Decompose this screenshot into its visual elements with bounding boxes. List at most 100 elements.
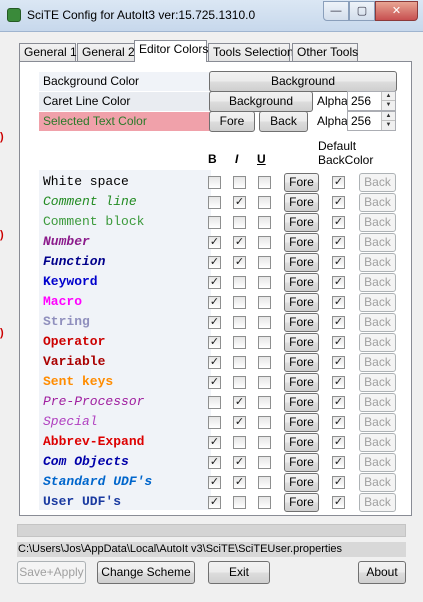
- underline-checkbox[interactable]: [258, 496, 271, 509]
- change-scheme-button[interactable]: Change Scheme: [97, 561, 195, 584]
- bold-checkbox[interactable]: [208, 216, 221, 229]
- tab-tools-selection[interactable]: Tools Selection: [208, 43, 294, 62]
- selected-alpha-spinner[interactable]: 256 ▲ ▼: [347, 111, 396, 131]
- bold-checkbox[interactable]: ✓: [208, 316, 221, 329]
- default-backcolor-checkbox[interactable]: ✓: [332, 376, 345, 389]
- italic-checkbox[interactable]: ✓: [233, 396, 246, 409]
- fore-color-button[interactable]: Fore: [284, 333, 319, 352]
- about-button[interactable]: About: [358, 561, 406, 584]
- underline-checkbox[interactable]: [258, 436, 271, 449]
- save-apply-button[interactable]: Save+Apply: [17, 561, 86, 584]
- back-color-button[interactable]: Back: [359, 313, 396, 332]
- default-backcolor-checkbox[interactable]: ✓: [332, 216, 345, 229]
- italic-checkbox[interactable]: ✓: [233, 196, 246, 209]
- italic-checkbox[interactable]: ✓: [233, 256, 246, 269]
- bold-checkbox[interactable]: ✓: [208, 476, 221, 489]
- fore-color-button[interactable]: Fore: [284, 253, 319, 272]
- underline-checkbox[interactable]: [258, 316, 271, 329]
- tab-editor-colors[interactable]: Editor Colors: [134, 40, 208, 62]
- back-color-button[interactable]: Back: [359, 373, 396, 392]
- fore-color-button[interactable]: Fore: [284, 273, 319, 292]
- background-color-button[interactable]: Background: [209, 71, 397, 92]
- default-backcolor-checkbox[interactable]: ✓: [332, 456, 345, 469]
- back-color-button[interactable]: Back: [359, 293, 396, 312]
- default-backcolor-checkbox[interactable]: ✓: [332, 276, 345, 289]
- italic-checkbox[interactable]: [233, 216, 246, 229]
- back-color-button[interactable]: Back: [359, 233, 396, 252]
- bold-checkbox[interactable]: [208, 176, 221, 189]
- horizontal-scrollbar[interactable]: [17, 524, 406, 537]
- italic-checkbox[interactable]: [233, 356, 246, 369]
- fore-color-button[interactable]: Fore: [284, 493, 319, 512]
- bold-checkbox[interactable]: [208, 396, 221, 409]
- default-backcolor-checkbox[interactable]: ✓: [332, 196, 345, 209]
- underline-checkbox[interactable]: [258, 336, 271, 349]
- back-color-button[interactable]: Back: [359, 353, 396, 372]
- fore-color-button[interactable]: Fore: [284, 293, 319, 312]
- underline-checkbox[interactable]: [258, 296, 271, 309]
- fore-color-button[interactable]: Fore: [284, 233, 319, 252]
- spin-down-icon[interactable]: ▼: [382, 121, 395, 130]
- back-color-button[interactable]: Back: [359, 453, 396, 472]
- bold-checkbox[interactable]: [208, 416, 221, 429]
- caret-background-button[interactable]: Background: [209, 91, 313, 112]
- bold-checkbox[interactable]: ✓: [208, 276, 221, 289]
- bold-checkbox[interactable]: ✓: [208, 236, 221, 249]
- spin-down-icon[interactable]: ▼: [382, 101, 395, 110]
- underline-checkbox[interactable]: [258, 176, 271, 189]
- back-color-button[interactable]: Back: [359, 433, 396, 452]
- default-backcolor-checkbox[interactable]: ✓: [332, 436, 345, 449]
- default-backcolor-checkbox[interactable]: ✓: [332, 336, 345, 349]
- maximize-button[interactable]: ▢: [349, 1, 375, 21]
- caret-alpha-spinner[interactable]: 256 ▲ ▼: [347, 91, 396, 111]
- minimize-button[interactable]: —: [323, 1, 349, 21]
- fore-color-button[interactable]: Fore: [284, 393, 319, 412]
- underline-checkbox[interactable]: [258, 196, 271, 209]
- close-button[interactable]: ✕: [375, 1, 418, 21]
- italic-checkbox[interactable]: [233, 276, 246, 289]
- bold-checkbox[interactable]: ✓: [208, 296, 221, 309]
- italic-checkbox[interactable]: ✓: [233, 416, 246, 429]
- back-color-button[interactable]: Back: [359, 393, 396, 412]
- underline-checkbox[interactable]: [258, 236, 271, 249]
- fore-color-button[interactable]: Fore: [284, 313, 319, 332]
- fore-color-button[interactable]: Fore: [284, 473, 319, 492]
- default-backcolor-checkbox[interactable]: ✓: [332, 236, 345, 249]
- underline-checkbox[interactable]: [258, 416, 271, 429]
- spin-up-icon[interactable]: ▲: [382, 112, 395, 121]
- underline-checkbox[interactable]: [258, 256, 271, 269]
- back-color-button[interactable]: Back: [359, 333, 396, 352]
- underline-checkbox[interactable]: [258, 456, 271, 469]
- fore-color-button[interactable]: Fore: [284, 173, 319, 192]
- tab-general-1[interactable]: General 1: [19, 43, 77, 62]
- bold-checkbox[interactable]: ✓: [208, 456, 221, 469]
- selected-back-button[interactable]: Back: [259, 111, 308, 132]
- fore-color-button[interactable]: Fore: [284, 213, 319, 232]
- italic-checkbox[interactable]: [233, 316, 246, 329]
- bold-checkbox[interactable]: ✓: [208, 496, 221, 509]
- bold-checkbox[interactable]: ✓: [208, 256, 221, 269]
- bold-checkbox[interactable]: [208, 196, 221, 209]
- default-backcolor-checkbox[interactable]: ✓: [332, 476, 345, 489]
- underline-checkbox[interactable]: [258, 276, 271, 289]
- underline-checkbox[interactable]: [258, 216, 271, 229]
- default-backcolor-checkbox[interactable]: ✓: [332, 256, 345, 269]
- underline-checkbox[interactable]: [258, 376, 271, 389]
- italic-checkbox[interactable]: ✓: [233, 236, 246, 249]
- default-backcolor-checkbox[interactable]: ✓: [332, 296, 345, 309]
- tab-other-tools[interactable]: Other Tools: [292, 43, 358, 62]
- fore-color-button[interactable]: Fore: [284, 453, 319, 472]
- italic-checkbox[interactable]: [233, 376, 246, 389]
- back-color-button[interactable]: Back: [359, 413, 396, 432]
- underline-checkbox[interactable]: [258, 356, 271, 369]
- bold-checkbox[interactable]: ✓: [208, 356, 221, 369]
- default-backcolor-checkbox[interactable]: ✓: [332, 316, 345, 329]
- italic-checkbox[interactable]: [233, 436, 246, 449]
- caret-alpha-value[interactable]: 256: [351, 94, 371, 108]
- italic-checkbox[interactable]: [233, 496, 246, 509]
- back-color-button[interactable]: Back: [359, 173, 396, 192]
- default-backcolor-checkbox[interactable]: ✓: [332, 416, 345, 429]
- back-color-button[interactable]: Back: [359, 253, 396, 272]
- italic-checkbox[interactable]: ✓: [233, 456, 246, 469]
- tab-general-2[interactable]: General 2: [77, 43, 135, 62]
